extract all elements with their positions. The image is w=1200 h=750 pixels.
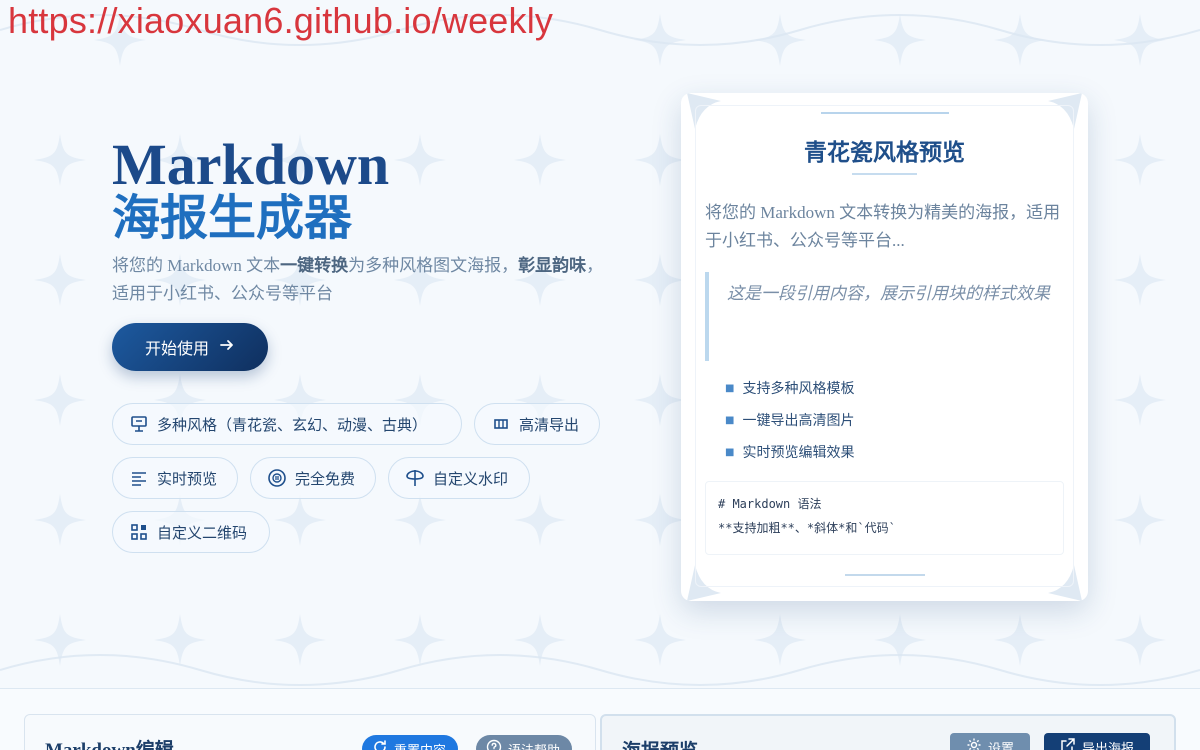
hero-title-chinese: 海报生成器 [112,190,353,246]
start-button-label: 开始使用 [144,339,209,358]
code-line: **支持加粗**、*斜体*和`代码` [718,521,896,535]
hero-description: 将您的 Markdown 文本一键转换为多种风格图文海报，彰显韵味， 适用于小红书… [112,256,604,303]
list-item: ■ 实时预览编辑效果 [725,437,1065,469]
reset-content-button[interactable]: 重置内容 [362,735,459,750]
hero-title-english: Markdown [112,132,390,197]
card-title-divider [852,173,917,175]
bullet-icon: ■ [725,415,735,426]
card-code-block: # Markdown 语法 **支持加粗**、*斜体*和`代码` [705,481,1064,555]
export-poster-button[interactable]: 导出海报 [1044,733,1151,750]
bullet-icon: ■ [725,447,735,458]
refresh-icon [372,739,388,750]
feature-qrcode: 自定义二维码 [112,511,270,553]
gear-icon [966,737,982,750]
feature-live-preview: 实时预览 [112,457,238,499]
align-left-icon [129,468,149,488]
presentation-icon [129,414,149,434]
code-line: # Markdown 语法 [718,497,822,511]
export-icon [1060,737,1076,750]
qrcode-icon [129,522,149,542]
syntax-help-button[interactable]: 语法帮助 [476,735,573,750]
film-icon [491,414,511,434]
poster-panel-title: 海报预览 [622,736,698,750]
editor-panel-title: Markdown编辑 [45,735,174,750]
card-bottom-divider [845,574,925,576]
settings-button[interactable]: 设置 [950,733,1031,750]
list-item: ■ 支持多种风格模板 [725,373,1065,405]
feature-hd-export: 高清导出 [474,403,600,445]
list-item: ■ 一键导出高清图片 [725,405,1065,437]
signpost-icon [405,468,425,488]
poster-preview-panel: 海报预览 设置 导出海报 [600,714,1176,750]
markdown-editor-panel: Markdown编辑 重置内容 语法帮助 [24,714,596,750]
start-button[interactable]: 开始使用 [112,323,268,371]
coin-icon [267,468,287,488]
help-circle-icon [486,739,502,750]
feature-watermark: 自定义水印 [388,457,530,499]
card-title: 青花瓷风格预览 [804,140,965,166]
arrow-right-icon [219,337,235,358]
card-paragraph: 将您的 Markdown 文本转换为精美的海报，适用于小红书、公众号等平台... [705,203,1061,250]
card-feature-list: ■ 支持多种风格模板 ■ 一键导出高清图片 ■ 实时预览编辑效果 [725,373,1065,469]
card-top-divider [821,112,949,114]
feature-multi-style: 多种风格（青花瓷、玄幻、动漫、古典） [112,403,462,445]
card-blockquote: 这是一段引用内容，展示引用块的样式效果 [705,272,1065,361]
bullet-icon: ■ [725,383,735,394]
url-banner[interactable]: https://xiaoxuan6.github.io/weekly [8,0,553,42]
section-divider [0,688,1200,689]
preview-card: 青花瓷风格预览 将您的 Markdown 文本转换为精美的海报，适用于小红书、公… [681,93,1088,601]
feature-free: 完全免费 [250,457,376,499]
